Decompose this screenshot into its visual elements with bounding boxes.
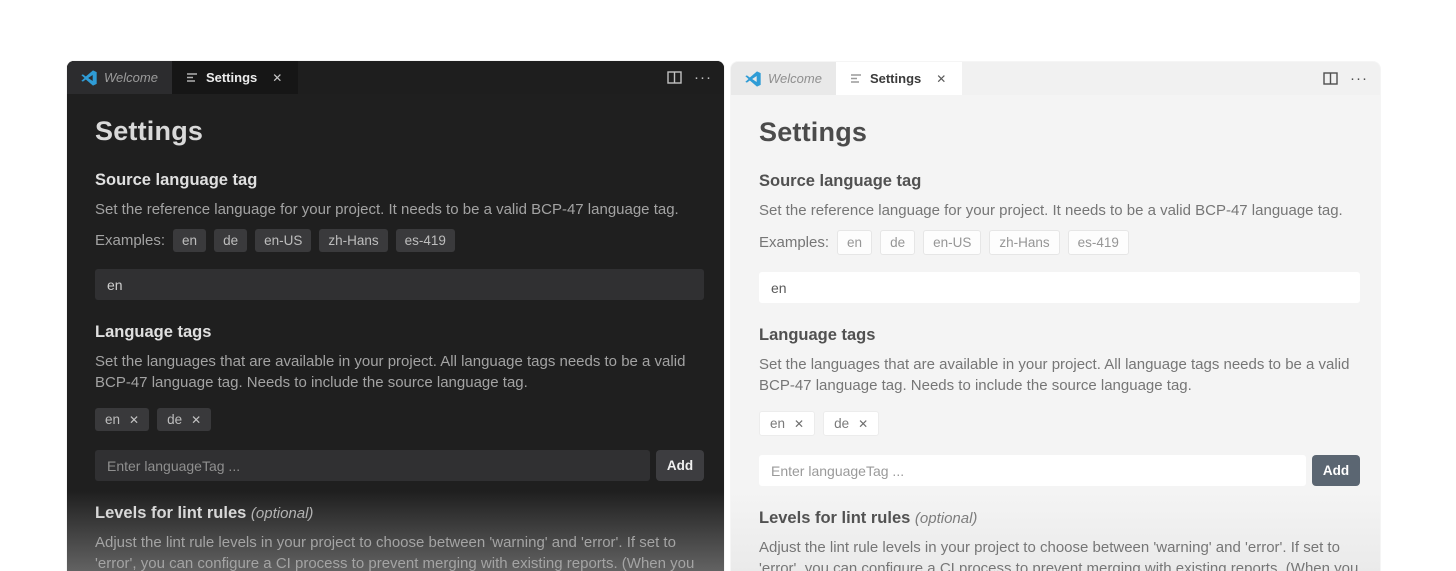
- example-chip: en-US: [255, 229, 312, 252]
- language-tag-chip: de ✕: [823, 411, 880, 436]
- add-button[interactable]: Add: [1312, 455, 1360, 486]
- vscode-logo-icon: [745, 70, 761, 87]
- example-chip: zh-Hans: [319, 229, 388, 252]
- source-language-description: Set the reference language for your proj…: [95, 201, 679, 218]
- close-tab-icon[interactable]: ✕: [270, 70, 284, 86]
- more-actions-icon[interactable]: ···: [694, 70, 712, 85]
- vscode-logo-icon: [81, 69, 97, 86]
- remove-tag-icon[interactable]: ✕: [858, 418, 868, 430]
- language-tags-row: en ✕ de ✕: [95, 408, 704, 431]
- remove-tag-icon[interactable]: ✕: [129, 414, 139, 426]
- tab-settings[interactable]: Settings ✕: [171, 61, 299, 94]
- editor-panel-light: Welcome Settings ✕ ··· Settings Source l…: [731, 62, 1380, 571]
- tab-settings-label: Settings: [205, 70, 258, 85]
- tab-welcome[interactable]: Welcome: [731, 62, 836, 95]
- language-tag-chip: en ✕: [95, 408, 150, 431]
- example-chip: zh-Hans: [989, 230, 1060, 255]
- language-tags-row: en ✕ de ✕: [759, 411, 1360, 436]
- tab-settings[interactable]: Settings ✕: [835, 62, 963, 95]
- language-tag-input[interactable]: [759, 455, 1306, 486]
- examples-row: Examples: en de en-US zh-Hans es-419: [95, 229, 704, 252]
- language-tag-input[interactable]: [95, 450, 650, 481]
- split-editor-icon[interactable]: [1323, 72, 1338, 85]
- tab-welcome[interactable]: Welcome: [67, 61, 172, 94]
- settings-list-icon: [186, 72, 199, 83]
- language-tag-label: de: [834, 416, 850, 431]
- language-tag-label: de: [167, 412, 183, 427]
- language-tag-chip: en ✕: [759, 411, 816, 436]
- example-chip: es-419: [1067, 230, 1129, 255]
- lint-levels-description: Adjust the lint rule levels in your proj…: [95, 534, 695, 571]
- source-language-description: Set the reference language for your proj…: [759, 202, 1343, 219]
- language-tag-label: en: [770, 416, 786, 431]
- optional-label: (optional): [250, 505, 314, 522]
- language-tag-label: en: [105, 412, 121, 427]
- split-editor-icon[interactable]: [667, 71, 682, 84]
- section-title-lint-levels: Levels for lint rules (optional): [95, 504, 314, 522]
- tab-settings-label: Settings: [869, 71, 922, 86]
- example-chip: de: [880, 230, 916, 255]
- tab-welcome-label: Welcome: [768, 71, 822, 86]
- examples-label: Examples:: [95, 232, 166, 249]
- source-language-input[interactable]: [759, 272, 1360, 303]
- page-title: Settings: [759, 117, 868, 147]
- example-chip: es-419: [395, 229, 455, 252]
- optional-label: (optional): [914, 510, 978, 527]
- tab-welcome-label: Welcome: [104, 70, 158, 85]
- examples-row: Examples: en de en-US zh-Hans es-419: [759, 230, 1360, 255]
- example-chip: en-US: [923, 230, 982, 255]
- example-chip: en: [837, 230, 873, 255]
- page-title: Settings: [95, 116, 204, 146]
- more-actions-icon[interactable]: ···: [1350, 71, 1368, 86]
- settings-list-icon: [850, 73, 863, 84]
- close-tab-icon[interactable]: ✕: [934, 71, 948, 87]
- add-button[interactable]: Add: [656, 450, 704, 481]
- lint-levels-description: Adjust the lint rule levels in your proj…: [759, 539, 1359, 571]
- section-title-source-language-tag: Source language tag: [95, 171, 258, 189]
- source-language-input[interactable]: [95, 269, 704, 300]
- example-chip: en: [173, 229, 207, 252]
- examples-label: Examples:: [759, 234, 830, 251]
- language-tags-description: Set the languages that are available in …: [759, 356, 1350, 394]
- tab-bar: Welcome Settings ✕ ···: [67, 61, 724, 94]
- editor-panel-dark: Welcome Settings ✕ ··· Settings Source l…: [67, 61, 724, 571]
- section-title-language-tags: Language tags: [95, 323, 212, 341]
- language-tags-description: Set the languages that are available in …: [95, 353, 686, 391]
- section-title-language-tags: Language tags: [759, 326, 876, 344]
- section-title-lint-levels: Levels for lint rules (optional): [759, 509, 978, 527]
- remove-tag-icon[interactable]: ✕: [191, 414, 201, 426]
- language-tag-chip: de ✕: [157, 408, 212, 431]
- section-title-source-language-tag: Source language tag: [759, 172, 922, 190]
- tab-bar: Welcome Settings ✕ ···: [731, 62, 1380, 95]
- remove-tag-icon[interactable]: ✕: [794, 418, 804, 430]
- example-chip: de: [214, 229, 248, 252]
